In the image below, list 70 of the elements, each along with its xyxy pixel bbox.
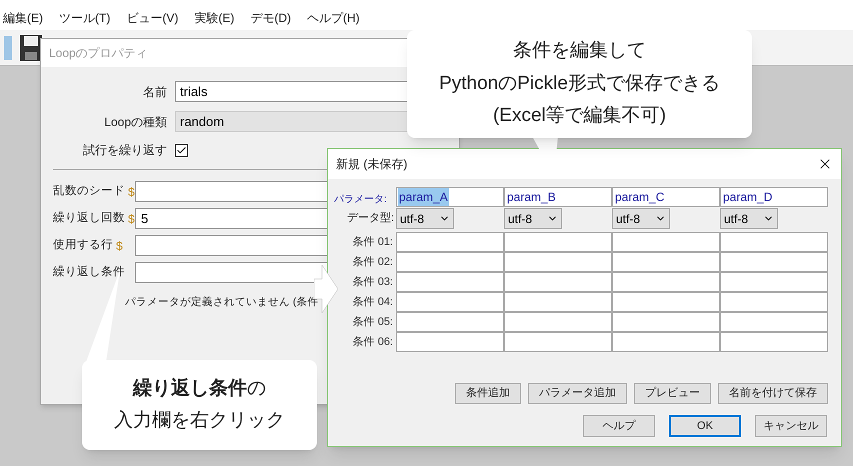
condition-cell[interactable] (396, 292, 504, 312)
callout-text: (Excel等で編集不可) (492, 104, 666, 128)
code-marker: $ (128, 184, 135, 200)
dialog-button[interactable]: ヘルプ (583, 415, 655, 437)
menu-item[interactable]: ビュー(V) (126, 9, 178, 27)
dialog-button[interactable]: キャンセル (755, 415, 827, 437)
parameter-field[interactable]: param_B (504, 187, 612, 207)
action-button[interactable]: パラメータ追加 (528, 383, 627, 404)
condition-cell[interactable] (396, 272, 504, 292)
callout-text: 入力欄を右クリック (114, 409, 285, 433)
callout-text: 条件を編集して (513, 39, 646, 64)
condition-cell[interactable] (504, 272, 612, 292)
action-button[interactable]: プレビュー (634, 383, 711, 404)
data-type-select[interactable]: utf-8 (504, 208, 562, 229)
condition-cell[interactable] (720, 332, 828, 352)
condition-label: 条件 03: (352, 274, 394, 290)
condition-cell[interactable] (504, 292, 612, 312)
code-marker: $ (128, 210, 135, 228)
condition-cell[interactable] (504, 252, 612, 272)
condition-label: 条件 05: (352, 314, 394, 330)
field-label: 名前 (142, 84, 167, 100)
action-button[interactable]: 名前を付けて保存 (718, 383, 828, 404)
condition-cell[interactable] (612, 332, 720, 352)
condition-cell[interactable] (720, 312, 828, 332)
condition-cell[interactable] (396, 232, 504, 252)
condition-cell[interactable] (396, 332, 504, 352)
dialog-title: 新規 (未保存) (336, 156, 408, 173)
condition-cell[interactable] (504, 232, 612, 252)
condition-label: 条件 01: (352, 234, 394, 250)
parameter-field[interactable]: param_D (720, 187, 828, 207)
condition-label: 条件 06: (352, 334, 394, 350)
condition-cell[interactable] (612, 252, 720, 272)
field-label: 繰り返し回数 (53, 210, 125, 226)
callout-text: 繰り返し条件の (133, 376, 266, 400)
condition-cell[interactable] (504, 332, 612, 352)
condition-label: 条件 02: (352, 254, 394, 270)
menu-item[interactable]: ツール(T) (59, 9, 110, 27)
code-marker: $ (116, 238, 123, 254)
condition-cell[interactable] (720, 272, 828, 292)
condition-cell[interactable] (720, 232, 828, 252)
field-label: 繰り返し条件 (53, 264, 125, 280)
condition-cell[interactable] (612, 292, 720, 312)
data-type-select[interactable]: utf-8 (396, 208, 454, 229)
condition-cell[interactable] (720, 292, 828, 312)
menu-item[interactable]: 実験(E) (194, 9, 234, 27)
condition-cell[interactable] (612, 272, 720, 292)
menu-item[interactable]: 編集(E) (3, 9, 43, 27)
action-button[interactable]: 条件追加 (455, 383, 521, 404)
field-label: 乱数のシード (53, 184, 125, 199)
menu-item[interactable]: デモ(D) (250, 9, 291, 27)
condition-cell[interactable] (396, 312, 504, 332)
checkbox[interactable] (175, 144, 188, 156)
data-type-select[interactable]: utf-8 (720, 208, 778, 229)
parameter-field[interactable]: param_C (612, 187, 720, 207)
condition-cell[interactable] (612, 232, 720, 252)
data-type-label: データ型: (346, 211, 395, 226)
condition-cell[interactable] (396, 252, 504, 272)
parameter-label: パラメータ: (334, 193, 388, 207)
condition-cell[interactable] (504, 312, 612, 332)
data-type-select[interactable]: utf-8 (612, 208, 670, 229)
menu-item[interactable]: ヘルプ(H) (307, 9, 360, 27)
condition-cell[interactable] (720, 252, 828, 272)
field-label: 試行を繰り返す (82, 142, 167, 159)
parameter-field[interactable]: param_A (396, 187, 504, 207)
condition-cell[interactable] (612, 312, 720, 332)
field-label: 使用する行 (53, 238, 113, 253)
window-title: Loopのプロパティ (49, 45, 148, 62)
field-label: Loopの種類 (103, 114, 167, 130)
dialog-button[interactable]: OK (669, 415, 741, 437)
condition-label: 条件 04: (352, 294, 394, 310)
